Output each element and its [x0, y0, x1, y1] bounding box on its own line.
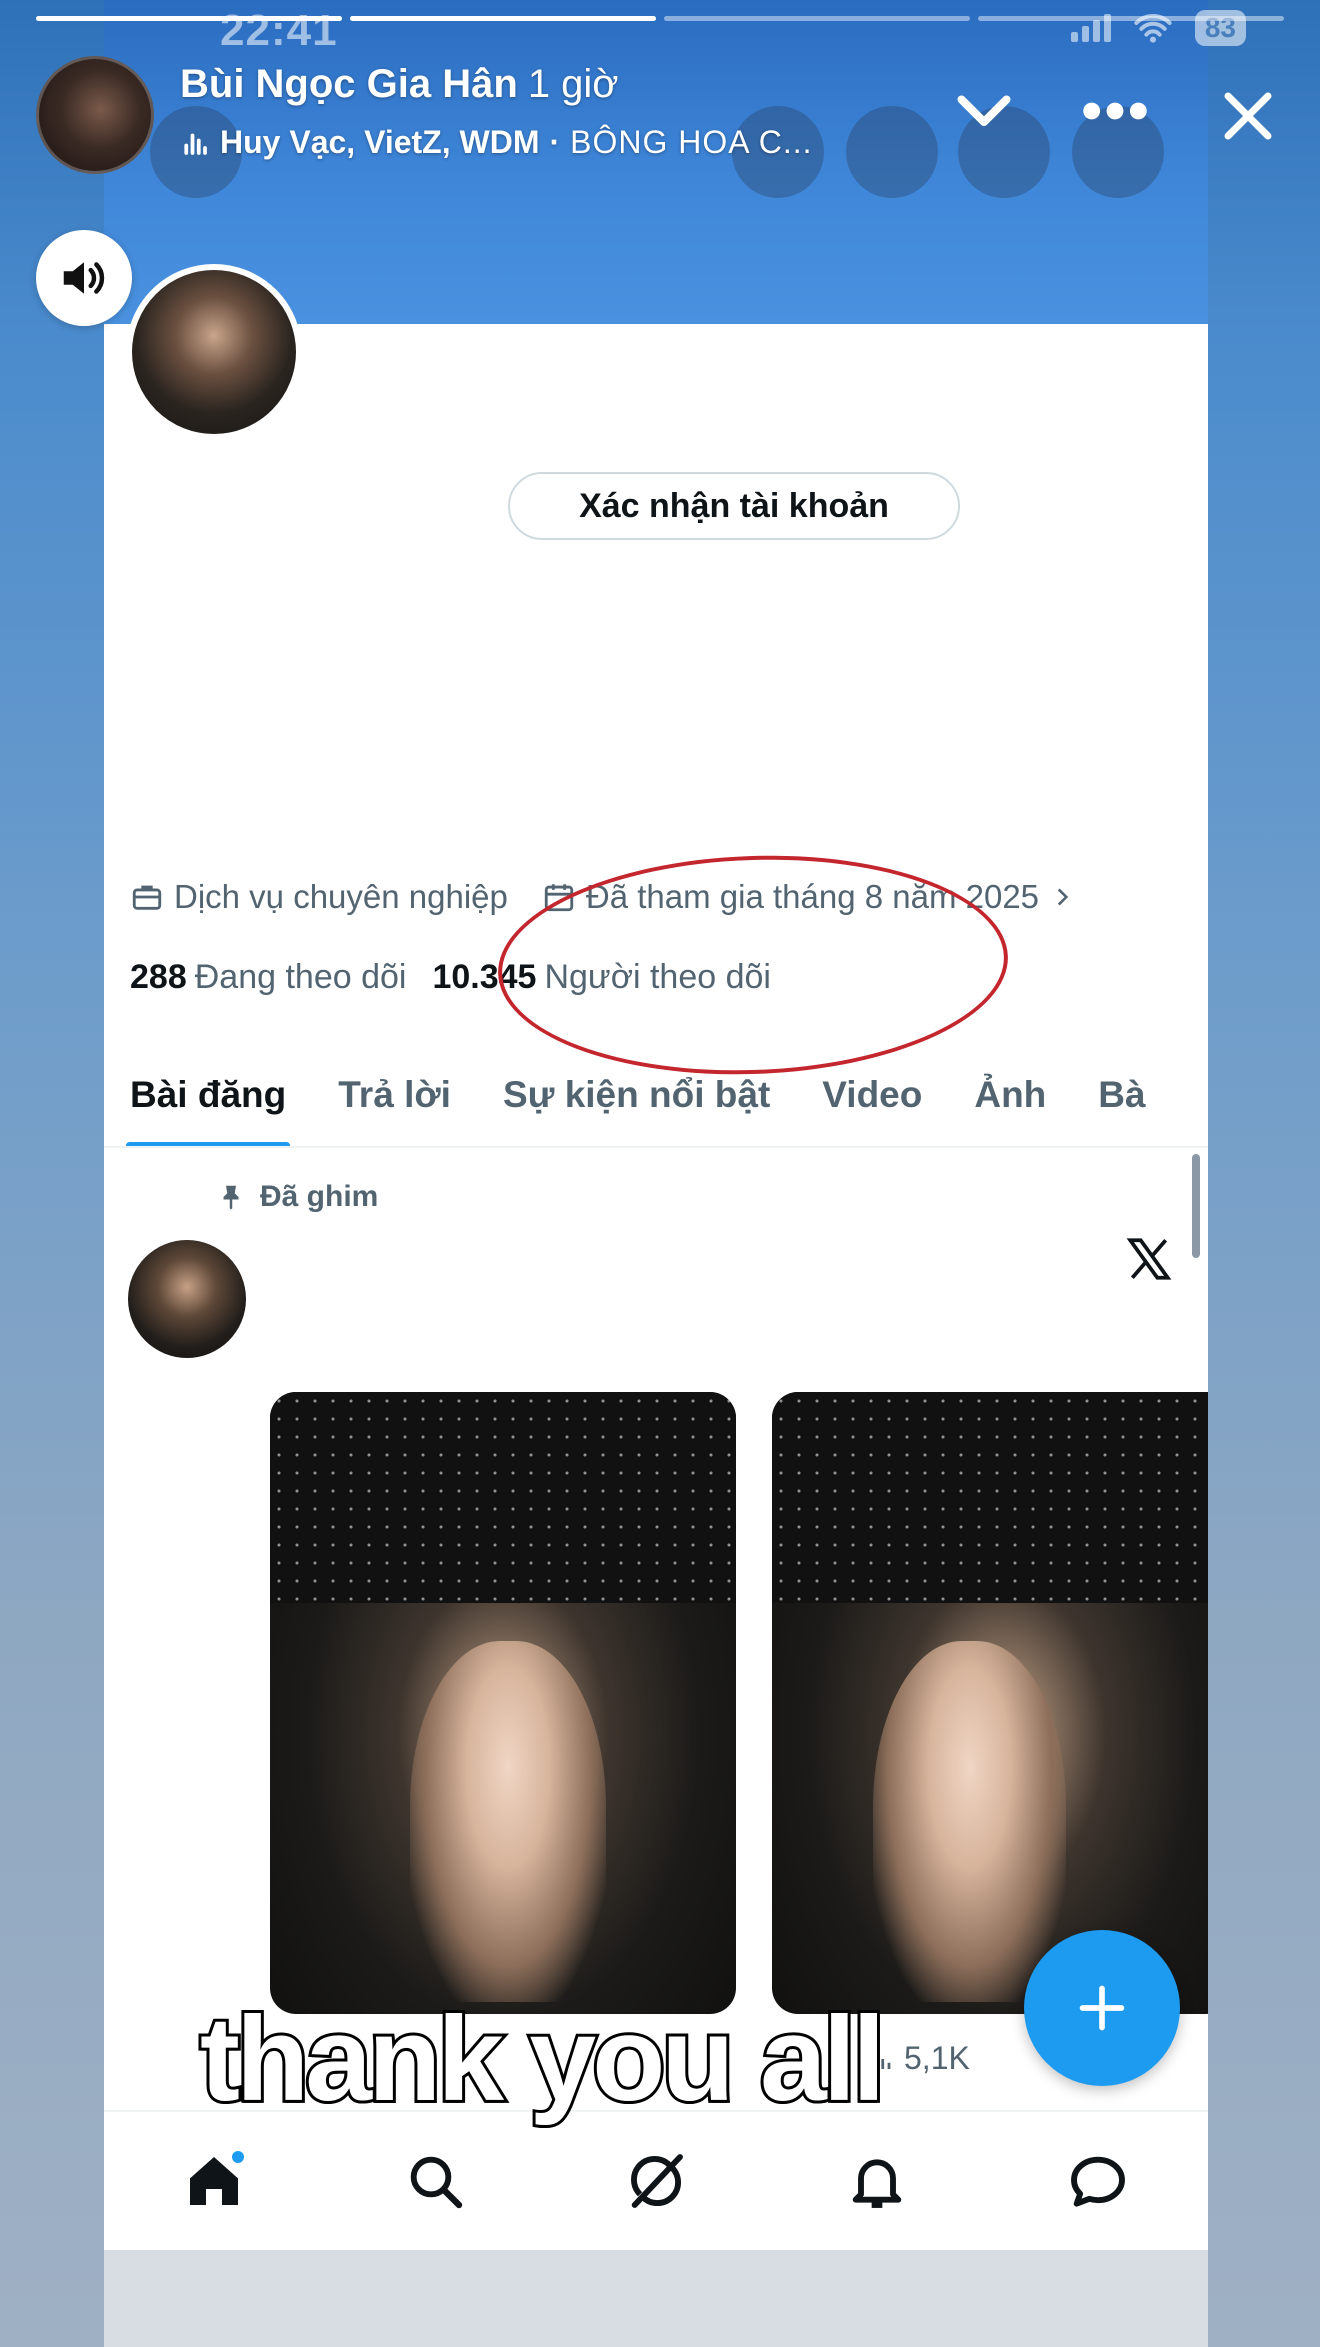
music-artists: Huy Vạc, VietZ, WDM: [220, 124, 540, 160]
close-icon[interactable]: [1218, 86, 1278, 146]
photo-ceiling: [772, 1392, 1208, 1604]
message-icon: [1070, 2156, 1125, 2207]
pinned-label: Đã ghim: [260, 1180, 379, 1213]
photo-ceiling: [270, 1392, 736, 1604]
sound-icon: [63, 262, 105, 294]
profile-avatar: [126, 264, 302, 440]
sound-button[interactable]: [36, 230, 132, 326]
home-indicator-area: [104, 2250, 1208, 2347]
scrollbar[interactable]: [1192, 1154, 1200, 1258]
bottom-nav: [104, 2110, 1208, 2250]
tab-articles[interactable]: Bà: [1072, 1044, 1171, 1146]
status-time: 22:41: [220, 6, 338, 55]
progress-fill: [350, 16, 656, 21]
pin-icon: [223, 1185, 239, 1210]
x-logo-icon: [1124, 1234, 1174, 1289]
progress-segment: [664, 16, 970, 21]
views-count: 5,1K: [904, 2040, 970, 2076]
photo-figure: [409, 1640, 606, 2002]
category-text: Dịch vụ chuyên nghiệp: [174, 878, 508, 915]
music-bars-icon: [184, 133, 207, 155]
following-count: 288: [130, 958, 187, 996]
chevron-down-icon[interactable]: [954, 92, 1014, 132]
chevron-right-icon[interactable]: [1049, 884, 1075, 910]
progress-segment: [36, 16, 342, 21]
music-title: BÔNG HOA C...: [570, 124, 813, 160]
pinned-indicator: Đã ghim: [216, 1180, 378, 1214]
story-avatar[interactable]: [36, 56, 154, 174]
search-button-ghost: [846, 106, 938, 198]
post-avatar[interactable]: [128, 1240, 246, 1358]
post-photo-2[interactable]: [772, 1392, 1208, 2014]
story-user[interactable]: Bùi Ngọc Gia Hân 1 giờ: [180, 62, 619, 107]
tab-highlights[interactable]: Sự kiện nổi bật: [477, 1044, 796, 1146]
following-link[interactable]: 288 Đang theo dõi: [130, 958, 406, 997]
nav-messages[interactable]: [1058, 2141, 1138, 2221]
bell-icon: [852, 2159, 902, 2208]
search-icon: [410, 2156, 463, 2209]
story-viewer: Xác nhận tài khoản Dịch vụ chuyên nghiệp…: [0, 0, 1320, 2347]
compose-button[interactable]: [1024, 1930, 1180, 2086]
nav-home[interactable]: [174, 2141, 254, 2221]
user-name: Bùi Ngọc Gia Hân: [180, 62, 518, 106]
category-item: Dịch vụ chuyên nghiệp: [130, 878, 508, 916]
nav-search[interactable]: [395, 2141, 475, 2221]
tab-posts[interactable]: Bài đăng: [104, 1044, 312, 1146]
profile-tabs: Bài đăng Trả lời Sự kiện nổi bật Video Ả…: [104, 1044, 1208, 1148]
story-progress: [36, 16, 1284, 22]
story-music[interactable]: Huy Vạc, VietZ, WDM · BÔNG HOA C...: [180, 124, 813, 161]
tab-video[interactable]: Video: [796, 1044, 948, 1146]
grok-icon: [631, 2154, 683, 2208]
plus-icon: [1079, 1985, 1125, 2031]
nav-grok[interactable]: [616, 2141, 696, 2221]
progress-segment: [978, 16, 1284, 21]
story-caption: thank you all: [197, 1989, 888, 2129]
post-photo-1[interactable]: [270, 1392, 736, 2014]
photo-figure: [873, 1640, 1067, 2002]
more-icon[interactable]: [1080, 96, 1150, 126]
tab-photos[interactable]: Ảnh: [948, 1044, 1072, 1146]
nav-notifications[interactable]: [837, 2141, 917, 2221]
following-label: Đang theo dõi: [194, 958, 407, 996]
time-ago: 1 giờ: [527, 62, 619, 106]
tab-replies[interactable]: Trả lời: [312, 1044, 477, 1146]
briefcase-icon: [132, 885, 162, 910]
progress-fill: [36, 16, 342, 21]
music-separator: ·: [549, 124, 561, 160]
progress-segment: [350, 16, 656, 21]
verify-account-button[interactable]: Xác nhận tài khoản: [508, 472, 960, 540]
verify-account-label: Xác nhận tài khoản: [579, 486, 889, 525]
